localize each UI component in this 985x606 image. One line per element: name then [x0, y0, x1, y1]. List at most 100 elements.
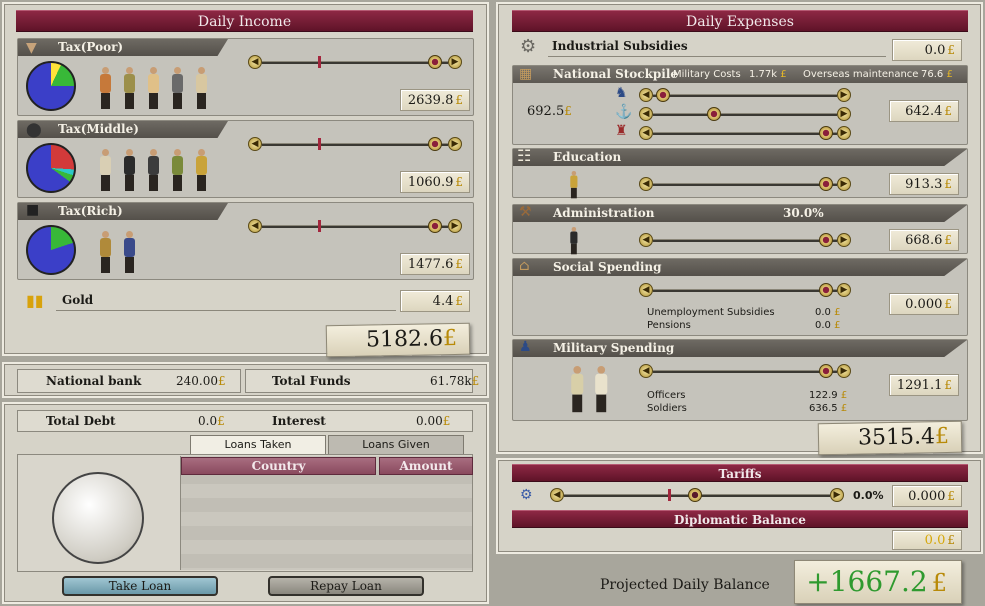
total-debt-value: 0.0£ — [198, 414, 225, 428]
arrow-left-icon[interactable]: ◀ — [248, 219, 262, 233]
tax-middle-slider[interactable]: ◀ ▶ — [248, 137, 462, 151]
book-icon: ☷ — [517, 146, 532, 165]
bowler-hat-icon: ⬤ — [26, 122, 42, 138]
education-band: Education ☷ ◀ ▶ 913.3 £ — [512, 146, 968, 199]
arrow-right-icon[interactable]: ▶ — [837, 283, 851, 297]
pop-clergy-icon — [569, 171, 578, 199]
arrow-left-icon[interactable]: ◀ — [639, 233, 653, 247]
anchor-icon: ⚓ — [615, 104, 633, 120]
arrow-left-icon[interactable]: ◀ — [639, 283, 653, 297]
daily-income-panel: Daily Income Tax(Poor) ▼ ◀ ▶ 2639.8 £ Tax… — [2, 2, 489, 358]
social-spending-label: Social Spending — [553, 260, 662, 274]
slider-knob[interactable] — [819, 364, 833, 378]
tax-middle-pie-chart — [26, 143, 76, 193]
arrow-right-icon[interactable]: ▶ — [448, 137, 462, 151]
arrow-left-icon[interactable]: ◀ — [248, 55, 262, 69]
tariffs-slider[interactable]: ◀ ▶ — [550, 488, 844, 502]
tariffs-title: Tariffs — [512, 464, 968, 482]
arrow-left-icon[interactable]: ◀ — [639, 364, 653, 378]
column-country-header[interactable]: Country — [181, 457, 376, 475]
stockpile-band: National Stockpile ▦ Military Costs 1.77… — [512, 65, 968, 145]
slider-knob[interactable] — [428, 219, 442, 233]
administration-slider[interactable]: ◀ ▶ — [639, 233, 851, 247]
arrow-right-icon[interactable]: ▶ — [837, 88, 851, 102]
slider-knob[interactable] — [819, 283, 833, 297]
arrow-right-icon[interactable]: ▶ — [837, 126, 851, 140]
slider-knob[interactable] — [428, 55, 442, 69]
tax-rich-slider[interactable]: ◀ ▶ — [248, 219, 462, 233]
gold-value: 4.4 £ — [400, 290, 470, 312]
loans-panel: Total Debt 0.0£ Interest 0.00£ Loans Tak… — [2, 402, 489, 604]
social-spending-band: Social Spending ⌂ ◀ ▶ Unemployment Subsi… — [512, 258, 968, 336]
slider-knob[interactable] — [819, 233, 833, 247]
social-spending-header: Social Spending — [513, 259, 967, 276]
military-spending-slider[interactable]: ◀ ▶ — [639, 364, 851, 378]
overseas-maintenance-value: 76.6 £ — [921, 69, 953, 80]
tax-poor-label: Tax(Poor) — [58, 40, 124, 54]
diplomatic-balance-title: Diplomatic Balance — [512, 510, 968, 528]
slider-knob[interactable] — [688, 488, 702, 502]
arrow-right-icon[interactable]: ▶ — [837, 177, 851, 191]
military-spending-header: Military Spending — [513, 340, 967, 357]
slider-knob[interactable] — [656, 88, 670, 102]
arrow-right-icon[interactable]: ▶ — [448, 55, 462, 69]
slider-knob[interactable] — [428, 137, 442, 151]
slider-knob[interactable] — [819, 126, 833, 140]
stockpile-army-slider[interactable]: ◀ ▶ — [639, 88, 851, 102]
repay-loan-button[interactable]: Repay Loan — [268, 576, 424, 596]
projected-balance-label: Projected Daily Balance — [600, 577, 770, 593]
projected-balance-value: +1667.2 £ — [794, 560, 962, 604]
industrial-divider — [548, 56, 886, 57]
arrow-left-icon[interactable]: ◀ — [639, 126, 653, 140]
tab-loans-taken[interactable]: Loans Taken — [190, 435, 326, 454]
expenses-total: 3515.4£ — [817, 420, 963, 456]
tax-middle-band: Tax(Middle) ⬤ ◀ ▶ 1060.9 £ — [17, 120, 474, 198]
tax-poor-slider[interactable]: ◀ ▶ — [248, 55, 462, 69]
income-total: 5182.6£ — [325, 322, 471, 358]
tariffs-percent: 0.0% — [853, 489, 884, 502]
tax-rich-pie-chart — [26, 225, 76, 275]
land-unit-icon: ♞ — [615, 85, 628, 101]
social-spending-value: 0.000 £ — [889, 293, 959, 315]
tax-rich-band: Tax(Rich) ■ ◀ ▶ 1477.6 £ — [17, 202, 474, 280]
pop-soldier-icon — [593, 366, 608, 413]
daily-expenses-title: Daily Expenses — [512, 10, 968, 32]
stockpile-left-value: 692.5£ — [527, 104, 572, 119]
cap-icon: ▼ — [26, 40, 37, 56]
total-funds-value: 61.78k£ — [430, 374, 480, 388]
tab-loans-given[interactable]: Loans Given — [328, 435, 464, 454]
arrow-right-icon[interactable]: ▶ — [830, 488, 844, 502]
tax-poor-header: Tax(Poor) — [18, 39, 228, 56]
education-slider[interactable]: ◀ ▶ — [639, 177, 851, 191]
take-loan-button[interactable]: Take Loan — [62, 576, 218, 596]
arrow-left-icon[interactable]: ◀ — [639, 177, 653, 191]
slider-knob[interactable] — [707, 107, 721, 121]
social-spending-slider[interactable]: ◀ ▶ — [639, 283, 851, 297]
arrow-right-icon[interactable]: ▶ — [837, 107, 851, 121]
interest-value: 0.00£ — [416, 414, 451, 428]
pensions-value: 0.0 £ — [815, 320, 841, 331]
soldiers-value: 636.5 £ — [809, 403, 848, 414]
arrow-right-icon[interactable]: ▶ — [837, 233, 851, 247]
stockpile-navy-slider[interactable]: ◀ ▶ — [639, 107, 851, 121]
arrow-right-icon[interactable]: ▶ — [837, 364, 851, 378]
arrow-left-icon[interactable]: ◀ — [248, 137, 262, 151]
pop-labourer-icon — [122, 67, 136, 109]
arrow-left-icon[interactable]: ◀ — [550, 488, 564, 502]
top-hat-icon: ■ — [26, 202, 40, 218]
arrow-left-icon[interactable]: ◀ — [639, 88, 653, 102]
military-costs-label: Military Costs — [673, 69, 741, 80]
crate-icon: ▦ — [519, 66, 533, 82]
stockpile-construction-slider[interactable]: ◀ ▶ — [639, 126, 851, 140]
stockpile-value: 642.4 £ — [889, 100, 959, 122]
pop-capitalist-icon — [122, 231, 136, 273]
arrow-right-icon[interactable]: ▶ — [448, 219, 462, 233]
total-debt-label: Total Debt — [46, 414, 116, 428]
arrow-left-icon[interactable]: ◀ — [639, 107, 653, 121]
pop-slave-icon — [194, 67, 208, 109]
tariff-icon: ⚙ — [520, 487, 533, 503]
slider-knob[interactable] — [819, 177, 833, 191]
unemployment-subsidies-label: Unemployment Subsidies — [647, 307, 775, 318]
column-amount-header[interactable]: Amount — [379, 457, 473, 475]
tariffs-value: 0.000 £ — [892, 485, 962, 507]
